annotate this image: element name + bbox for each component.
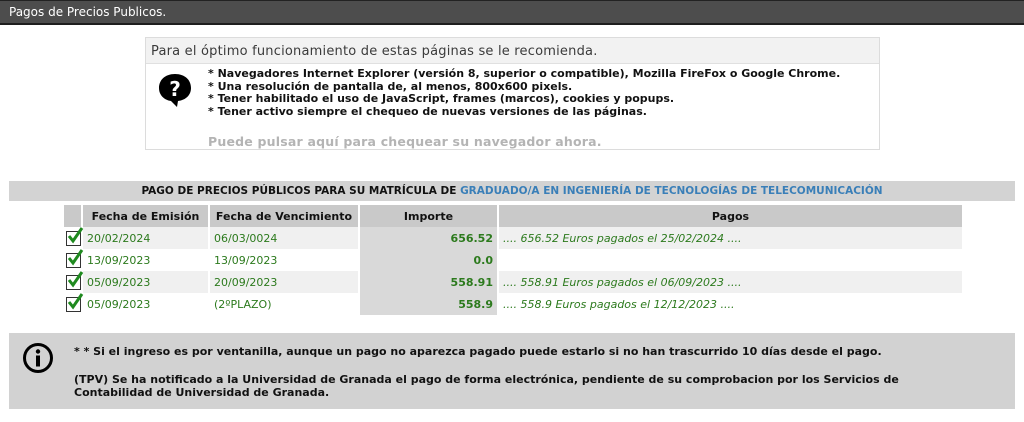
table-row: 05/09/2023 (2ºPLAZO) 558.9 .... 558.9 Eu… xyxy=(64,292,962,315)
emision-cell: 13/09/2023 xyxy=(83,249,208,271)
pagos-cell xyxy=(499,249,962,271)
importe-cell: 0.0 xyxy=(360,249,497,271)
paid-check-icon xyxy=(66,292,84,312)
recommendations-heading: Para el óptimo funcionamiento de estas p… xyxy=(146,38,879,64)
info-icon xyxy=(23,343,53,373)
column-header-vencimiento: Fecha de Vencimiento xyxy=(210,205,358,227)
importe-cell: 558.9 xyxy=(360,293,497,315)
paid-check-icon xyxy=(66,270,84,290)
recommendation-item: * Tener activo siempre el chequeo de nue… xyxy=(208,104,647,118)
status-cell xyxy=(64,292,84,315)
status-column-header xyxy=(64,205,81,227)
vencimiento-cell: 13/09/2023 xyxy=(210,249,358,271)
recommendation-item: * Tener habilitado el uso de JavaScript,… xyxy=(208,92,675,105)
recommendation-item: * Navegadores Internet Explorer (versión… xyxy=(208,67,841,80)
importe-cell: 656.52 xyxy=(360,227,497,249)
pagos-cell: .... 558.91 Euros pagados el 06/09/2023 … xyxy=(499,271,962,293)
column-header-importe: Importe xyxy=(360,205,497,227)
top-bar: Pagos de Precios Publicos. xyxy=(0,0,1024,25)
recommendations-list: * Navegadores Internet Explorer (versión… xyxy=(208,67,841,118)
table-row: 20/02/2024 06/03/0024 656.52 .... 656.52… xyxy=(64,226,962,249)
pagos-cell: .... 558.9 Euros pagados el 12/12/2023 .… xyxy=(499,293,962,315)
table-row: 05/09/2023 20/09/2023 558.91 .... 558.91… xyxy=(64,270,962,293)
recommendations-box: Para el óptimo funcionamiento de estas p… xyxy=(145,37,880,150)
table-header-row: Fecha de Emisión Fecha de Vencimiento Im… xyxy=(64,205,962,227)
vencimiento-cell: 20/09/2023 xyxy=(210,271,358,293)
check-browser-link[interactable]: Puede pulsar aquí para chequear su naveg… xyxy=(208,134,602,149)
emision-cell: 20/02/2024 xyxy=(83,227,208,249)
vencimiento-cell: (2ºPLAZO) xyxy=(210,293,358,315)
paid-check-icon xyxy=(66,226,84,246)
column-header-emision: Fecha de Emisión xyxy=(83,205,208,227)
payments-header-prefix: PAGO DE PRECIOS PÚBLICOS PARA SU MATRÍCU… xyxy=(141,185,457,197)
payments-table: Fecha de Emisión Fecha de Vencimiento Im… xyxy=(62,205,964,315)
info-note-ventanilla: * * Si el ingreso es por ventanilla, aun… xyxy=(74,345,882,358)
emision-cell: 05/09/2023 xyxy=(83,293,208,315)
payments-header: PAGO DE PRECIOS PÚBLICOS PARA SU MATRÍCU… xyxy=(9,181,1015,201)
degree-link[interactable]: GRADUADO/A EN INGENIERÍA DE TECNOLOGÍAS … xyxy=(460,185,883,197)
importe-cell: 558.91 xyxy=(360,271,497,293)
svg-text:?: ? xyxy=(169,77,181,101)
page-title: Pagos de Precios Publicos. xyxy=(9,5,167,19)
status-cell xyxy=(64,270,84,293)
emision-cell: 05/09/2023 xyxy=(83,271,208,293)
question-icon: ? xyxy=(159,74,191,107)
vencimiento-cell: 06/03/0024 xyxy=(210,227,358,249)
table-row: 13/09/2023 13/09/2023 0.0 xyxy=(64,248,962,271)
pagos-cell: .... 656.52 Euros pagados el 25/02/2024 … xyxy=(499,227,962,249)
status-cell xyxy=(64,226,84,249)
column-header-pagos: Pagos xyxy=(499,205,962,227)
status-cell xyxy=(64,248,84,271)
paid-check-icon xyxy=(66,248,84,268)
info-box: * * Si el ingreso es por ventanilla, aun… xyxy=(9,333,1015,409)
info-note-tpv: (TPV) Se ha notificado a la Universidad … xyxy=(74,373,899,399)
